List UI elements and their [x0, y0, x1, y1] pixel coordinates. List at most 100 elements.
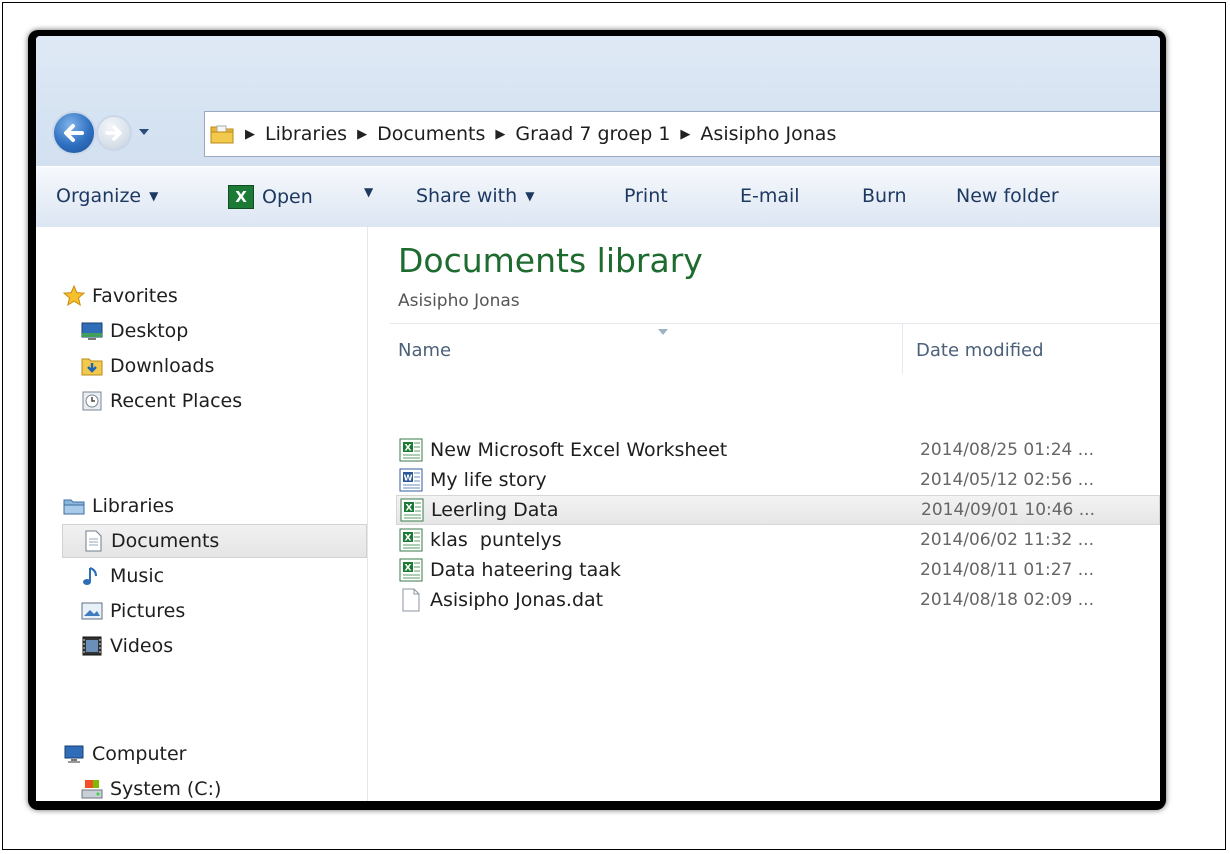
nav-pictures[interactable]: Pictures — [80, 594, 360, 628]
nav-label: Recent Places — [110, 390, 243, 412]
file-row[interactable]: Asisipho Jonas.dat 2014/08/18 02:09 ... — [398, 585, 1160, 615]
nav-label: System (C:) — [110, 778, 222, 800]
nav-label: Videos — [110, 635, 174, 657]
file-name: Asisipho Jonas.dat — [430, 589, 604, 611]
nav-computer[interactable]: Computer — [62, 737, 362, 771]
svg-text:X: X — [405, 444, 412, 454]
open-label: Open — [262, 186, 313, 208]
nav-downloads[interactable]: Downloads — [80, 349, 360, 383]
nav-desktop[interactable]: Desktop — [80, 314, 360, 348]
breadcrumb-arrow-icon: ▶ — [245, 126, 255, 142]
nav-label: Pictures — [110, 600, 186, 622]
recent-pages-dropdown[interactable] — [138, 127, 150, 137]
organize-button[interactable]: Organize ▼ — [56, 185, 158, 207]
excel-file-icon: X — [399, 528, 423, 552]
open-dropdown-button[interactable]: ▼ — [364, 185, 373, 199]
breadcrumb-label: Asisipho Jonas — [700, 123, 837, 145]
library-subtitle: Asisipho Jonas — [398, 291, 520, 311]
file-name: Data hateering taak — [430, 559, 621, 581]
file-date: 2014/08/18 02:09 ... — [920, 590, 1094, 610]
file-name: New Microsoft Excel Worksheet — [430, 439, 728, 461]
file-row[interactable]: X New Microsoft Excel Worksheet 2014/08/… — [398, 435, 1160, 465]
music-note-icon — [83, 567, 97, 585]
open-button[interactable]: X Open — [228, 185, 313, 209]
title-area: ▶ Libraries ▶ Documents ▶ Graad 7 groep … — [36, 36, 1160, 166]
excel-file-icon: X — [400, 498, 424, 522]
email-label: E-mail — [740, 185, 800, 207]
forward-button[interactable] — [96, 115, 132, 151]
svg-text:W: W — [404, 474, 413, 483]
command-bar: Organize ▼ X Open ▼ Share with ▼ Print E… — [36, 166, 1160, 228]
breadcrumb-arrow-icon: ▶ — [495, 126, 506, 142]
back-arrow-icon — [64, 124, 84, 142]
breadcrumb-libraries[interactable]: ▶ Libraries — [245, 123, 347, 145]
breadcrumb-arrow-icon: ▶ — [680, 126, 691, 142]
nav-videos[interactable]: Videos — [80, 629, 360, 663]
nav-label: Favorites — [92, 285, 178, 307]
nav-recent-places[interactable]: Recent Places — [80, 384, 360, 418]
file-row[interactable]: X klas puntelys 2014/06/02 11:32 ... — [398, 525, 1160, 555]
file-name: My life story — [430, 469, 547, 491]
explorer-window: ▶ Libraries ▶ Documents ▶ Graad 7 groep … — [28, 30, 1166, 810]
nav-system-drive[interactable]: System (C:) — [80, 772, 360, 801]
file-list-pane: Documents library Asisipho Jonas Name Da… — [368, 227, 1160, 801]
downloads-folder-icon — [81, 358, 103, 376]
address-bar[interactable]: ▶ Libraries ▶ Documents ▶ Graad 7 groep … — [204, 111, 1160, 157]
nav-music[interactable]: Music — [80, 559, 360, 593]
breadcrumb-label: Graad 7 groep 1 — [515, 123, 671, 145]
forward-arrow-icon — [105, 125, 122, 141]
excel-file-icon: X — [399, 558, 423, 582]
svg-text:X: X — [405, 564, 412, 574]
file-date: 2014/09/01 10:46 ... — [921, 500, 1095, 520]
file-date: 2014/06/02 11:32 ... — [920, 530, 1094, 550]
column-date-modified[interactable]: Date modified — [916, 340, 1044, 361]
back-button[interactable] — [52, 111, 96, 155]
desktop-icon — [81, 322, 103, 340]
breadcrumb-documents[interactable]: ▶ Documents — [347, 123, 485, 145]
burn-button[interactable]: Burn — [862, 185, 907, 207]
chevron-down-icon: ▼ — [364, 185, 374, 199]
chevron-down-icon: ▼ — [149, 189, 159, 203]
star-icon — [62, 284, 86, 307]
folder-icon — [210, 125, 234, 144]
file-row-selected[interactable]: X Leerling Data 2014/09/01 10:46 ... — [396, 495, 1160, 525]
column-header: Name Date modified — [390, 323, 1160, 375]
nav-documents[interactable]: Documents — [62, 524, 367, 558]
svg-text:X: X — [406, 504, 413, 514]
file-row[interactable]: X Data hateering taak 2014/08/11 01:27 .… — [398, 555, 1160, 585]
library-title: Documents library — [398, 241, 703, 280]
window-content: ▶ Libraries ▶ Documents ▶ Graad 7 groep … — [36, 36, 1160, 801]
nav-label: Libraries — [92, 495, 175, 517]
breadcrumb-asisipho[interactable]: ▶ Asisipho Jonas — [670, 123, 836, 145]
excel-icon: X — [228, 185, 254, 209]
pictures-icon — [81, 602, 103, 620]
print-button[interactable]: Print — [624, 185, 668, 207]
breadcrumb-graad[interactable]: ▶ Graad 7 groep 1 — [485, 123, 670, 145]
nav-libraries[interactable]: Libraries — [62, 489, 362, 523]
word-file-icon: W — [399, 468, 423, 492]
chevron-down-icon: ▼ — [525, 189, 535, 203]
new-folder-button[interactable]: New folder — [956, 185, 1059, 207]
sort-arrow-icon — [658, 329, 668, 335]
generic-file-icon — [402, 588, 420, 612]
nav-favorites[interactable]: Favorites — [62, 279, 362, 313]
navigation-pane: Favorites Desktop Downloads Recent Place… — [36, 227, 368, 801]
column-name[interactable]: Name — [398, 340, 451, 361]
svg-text:X: X — [405, 534, 412, 544]
nav-label: Computer — [92, 743, 187, 765]
share-with-button[interactable]: Share with ▼ — [416, 185, 534, 207]
excel-file-icon: X — [399, 438, 423, 462]
email-button[interactable]: E-mail — [740, 185, 800, 207]
nav-label: Music — [110, 565, 165, 587]
file-name: Leerling Data — [431, 499, 559, 521]
file-date: 2014/08/11 01:27 ... — [920, 560, 1094, 580]
nav-label: Desktop — [110, 320, 189, 342]
file-row[interactable]: W My life story 2014/05/12 02:56 ... — [398, 465, 1160, 495]
column-divider[interactable] — [902, 324, 903, 374]
organize-label: Organize — [56, 185, 142, 207]
breadcrumb-label: Libraries — [265, 123, 348, 145]
breadcrumb-label: Documents — [377, 123, 486, 145]
computer-icon — [64, 745, 84, 763]
breadcrumb-arrow-icon: ▶ — [357, 126, 368, 142]
burn-label: Burn — [862, 185, 907, 207]
